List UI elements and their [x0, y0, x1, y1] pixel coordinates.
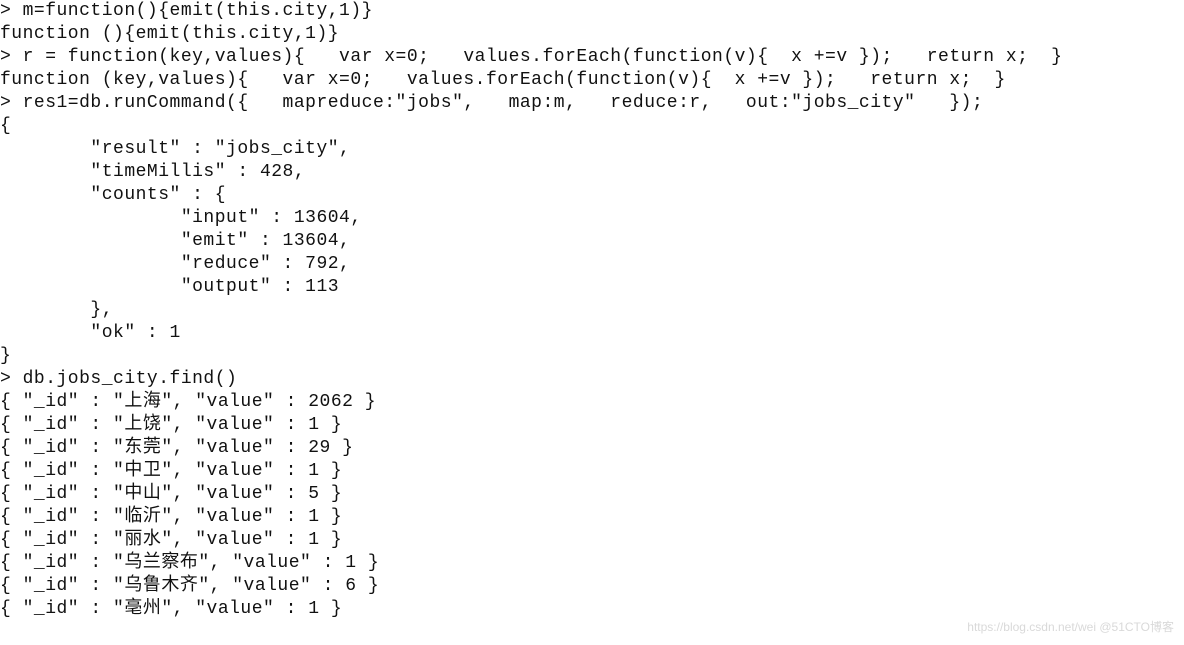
terminal-line: "reduce" : 792, — [0, 253, 1184, 276]
terminal-line: > res1=db.runCommand({ mapreduce:"jobs",… — [0, 92, 1184, 115]
terminal-line: { "_id" : "东莞", "value" : 29 } — [0, 437, 1184, 460]
terminal-line: { "_id" : "中卫", "value" : 1 } — [0, 460, 1184, 483]
terminal-line: { — [0, 115, 1184, 138]
watermark: https://blog.csdn.net/wei @51CTO博客 — [967, 616, 1174, 639]
terminal-line: "input" : 13604, — [0, 207, 1184, 230]
terminal-line: > db.jobs_city.find() — [0, 368, 1184, 391]
terminal-line: > m=function(){emit(this.city,1)} — [0, 0, 1184, 23]
terminal-output: > m=function(){emit(this.city,1)}functio… — [0, 0, 1184, 645]
terminal-line: "result" : "jobs_city", — [0, 138, 1184, 161]
terminal-line: } — [0, 345, 1184, 368]
terminal-line: { "_id" : "中山", "value" : 5 } — [0, 483, 1184, 506]
terminal-line: { "_id" : "临沂", "value" : 1 } — [0, 506, 1184, 529]
terminal-line: }, — [0, 299, 1184, 322]
terminal-line: "timeMillis" : 428, — [0, 161, 1184, 184]
terminal-line: { "_id" : "丽水", "value" : 1 } — [0, 529, 1184, 552]
terminal-line: "counts" : { — [0, 184, 1184, 207]
terminal-line: { "_id" : "乌兰察布", "value" : 1 } — [0, 552, 1184, 575]
terminal-line: { "_id" : "上海", "value" : 2062 } — [0, 391, 1184, 414]
terminal-line: "ok" : 1 — [0, 322, 1184, 345]
terminal-line: function (key,values){ var x=0; values.f… — [0, 69, 1184, 92]
terminal-line: function (){emit(this.city,1)} — [0, 23, 1184, 46]
terminal-line: "output" : 113 — [0, 276, 1184, 299]
terminal-line: > r = function(key,values){ var x=0; val… — [0, 46, 1184, 69]
terminal-line: "emit" : 13604, — [0, 230, 1184, 253]
terminal-line: { "_id" : "上饶", "value" : 1 } — [0, 414, 1184, 437]
terminal-line: { "_id" : "乌鲁木齐", "value" : 6 } — [0, 575, 1184, 598]
